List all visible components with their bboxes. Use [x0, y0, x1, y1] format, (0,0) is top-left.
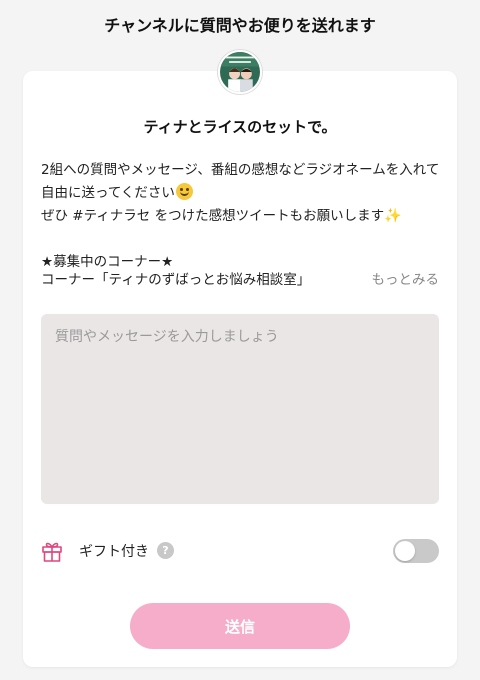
message-card: ティナとライスのセットで。 2組への質問やメッセージ、番組の感想などラジオネーム…	[23, 71, 457, 667]
sparkles-emoji-icon: ✨	[384, 208, 402, 224]
send-button[interactable]: 送信	[130, 603, 350, 649]
help-icon[interactable]: ?	[157, 542, 174, 559]
description-text-2: ぜひ #ティナラセ をつけた感想ツイートもお願いします	[41, 208, 385, 224]
description-text-1: 2組への質問やメッセージ、番組の感想などラジオネームを入れて自由に送ってください	[41, 162, 440, 201]
corner-name: コーナー「ティナのずばっとお悩み相談室」	[41, 272, 311, 288]
channel-description: 2組への質問やメッセージ、番組の感想などラジオネームを入れて自由に送ってください…	[41, 159, 441, 274]
channel-avatar-image	[220, 52, 260, 92]
channel-avatar	[218, 50, 262, 94]
gift-row: ギフト付き ?	[41, 538, 439, 564]
toggle-knob	[395, 541, 415, 561]
see-more-link[interactable]: もっとみる	[372, 269, 440, 292]
page-title: チャンネルに質問やお便りを送れます	[104, 16, 376, 35]
gift-toggle[interactable]	[393, 539, 439, 563]
gift-label: ギフト付き	[79, 544, 149, 560]
message-input[interactable]	[41, 314, 439, 504]
channel-title: ティナとライスのセットで。	[143, 118, 337, 136]
corner-row: コーナー「ティナのずばっとお悩み相談室」 もっとみる	[41, 269, 439, 292]
description-line-1: 2組への質問やメッセージ、番組の感想などラジオネームを入れて自由に送ってください	[41, 159, 441, 205]
description-line-2: ぜひ #ティナラセ をつけた感想ツイートもお願いします✨	[41, 205, 441, 228]
smile-emoji-icon	[175, 183, 193, 200]
gift-icon	[42, 542, 62, 562]
